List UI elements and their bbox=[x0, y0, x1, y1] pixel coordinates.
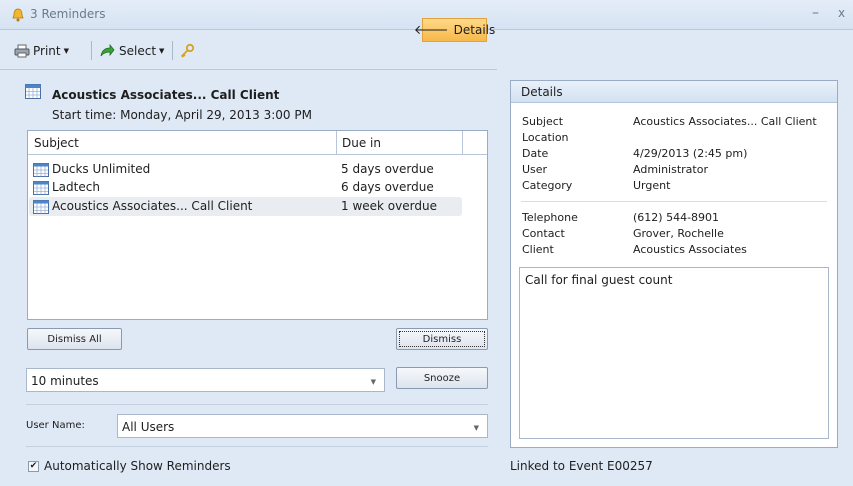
table-row-selected[interactable]: Acoustics Associates... Call Client 1 we… bbox=[29, 197, 462, 216]
field-label: Location bbox=[522, 131, 569, 144]
auto-show-label: Automatically Show Reminders bbox=[44, 459, 231, 473]
calendar-icon bbox=[33, 200, 49, 214]
divider bbox=[521, 201, 827, 202]
row-due: 5 days overdue bbox=[341, 162, 434, 176]
row-due: 6 days overdue bbox=[341, 180, 434, 194]
window-title: 3 Reminders bbox=[30, 7, 106, 21]
field-value: Acoustics Associates... Call Client bbox=[633, 115, 817, 128]
auto-show-checkbox[interactable]: ✔ bbox=[28, 461, 39, 472]
notes-box[interactable]: Call for final guest count bbox=[519, 267, 829, 439]
column-header-due[interactable]: Due in bbox=[342, 136, 381, 150]
bell-icon bbox=[12, 8, 24, 22]
reminder-start-time: Start time: Monday, April 29, 2013 3:00 … bbox=[52, 108, 312, 122]
divider bbox=[26, 404, 488, 405]
grid-header: Subject Due in bbox=[28, 131, 487, 155]
chevron-down-icon: ▼ bbox=[159, 47, 165, 55]
toolbar-divider bbox=[172, 41, 173, 60]
chevron-down-icon: ▼ bbox=[63, 47, 69, 55]
select-arrow-icon bbox=[100, 44, 115, 57]
field-label: Subject bbox=[522, 115, 564, 128]
user-name-select[interactable]: All Users ▼ bbox=[117, 414, 488, 438]
details-button[interactable]: 🡐 Details bbox=[414, 18, 495, 42]
field-value: Administrator bbox=[633, 163, 708, 176]
calendar-icon bbox=[33, 163, 49, 177]
notes-text: Call for final guest count bbox=[525, 273, 673, 287]
details-panel: Details Subject Acoustics Associates... … bbox=[510, 80, 838, 448]
field-label: Contact bbox=[522, 227, 565, 240]
snooze-duration-select[interactable]: 10 minutes ▼ bbox=[26, 368, 385, 392]
column-divider bbox=[462, 131, 463, 154]
field-label: Telephone bbox=[522, 211, 578, 224]
table-row[interactable]: Ladtech 6 days overdue bbox=[29, 178, 462, 197]
table-row[interactable]: Ducks Unlimited 5 days overdue bbox=[29, 160, 462, 179]
details-header-label: Details bbox=[521, 85, 563, 99]
user-name-label: User Name: bbox=[26, 420, 85, 431]
print-button[interactable]: Print ▼ bbox=[14, 40, 69, 62]
field-value: 4/29/2013 (2:45 pm) bbox=[633, 147, 748, 160]
column-divider bbox=[336, 131, 337, 154]
reminder-title: Acoustics Associates... Call Client bbox=[52, 88, 280, 102]
key-icon bbox=[180, 43, 195, 58]
details-label: Details bbox=[453, 23, 496, 37]
details-header: Details bbox=[511, 81, 837, 103]
reminders-grid[interactable]: Subject Due in Ducks Unlimited 5 days ov… bbox=[27, 130, 488, 320]
key-button[interactable] bbox=[179, 40, 195, 62]
chevron-down-icon: ▼ bbox=[473, 424, 479, 432]
column-header-subject[interactable]: Subject bbox=[34, 136, 79, 150]
field-value: (612) 544-8901 bbox=[633, 211, 720, 224]
row-subject: Ducks Unlimited bbox=[52, 162, 151, 176]
chevron-down-icon: ▼ bbox=[370, 378, 376, 386]
dismiss-button[interactable]: Dismiss bbox=[396, 328, 488, 350]
user-name-value: All Users bbox=[122, 420, 175, 434]
close-button[interactable]: x bbox=[838, 6, 845, 20]
linked-event: Linked to Event E00257 bbox=[510, 459, 653, 473]
printer-icon bbox=[14, 44, 30, 58]
field-label: User bbox=[522, 163, 548, 176]
row-subject: Ladtech bbox=[52, 180, 100, 194]
row-due: 1 week overdue bbox=[341, 199, 437, 213]
minimize-button[interactable]: – bbox=[812, 5, 819, 21]
snooze-duration-value: 10 minutes bbox=[31, 374, 99, 388]
select-button[interactable]: Select ▼ bbox=[99, 40, 164, 62]
field-label: Category bbox=[522, 179, 573, 192]
calendar-icon bbox=[25, 84, 41, 99]
field-label: Client bbox=[522, 243, 554, 256]
divider bbox=[26, 446, 488, 447]
select-label: Select bbox=[119, 44, 157, 58]
field-label: Date bbox=[522, 147, 549, 160]
back-arrow-icon: 🡐 bbox=[413, 23, 449, 38]
checkbox-icon: ✔ bbox=[29, 461, 38, 471]
row-subject: Acoustics Associates... Call Client bbox=[52, 199, 253, 213]
field-value: Acoustics Associates bbox=[633, 243, 747, 256]
calendar-icon bbox=[33, 181, 49, 195]
dismiss-all-button[interactable]: Dismiss All bbox=[27, 328, 122, 350]
field-value: Grover, Rochelle bbox=[633, 227, 724, 240]
snooze-button[interactable]: Snooze bbox=[396, 367, 488, 389]
field-value: Urgent bbox=[633, 179, 671, 192]
toolbar-divider bbox=[91, 41, 92, 60]
print-label: Print bbox=[33, 44, 61, 58]
